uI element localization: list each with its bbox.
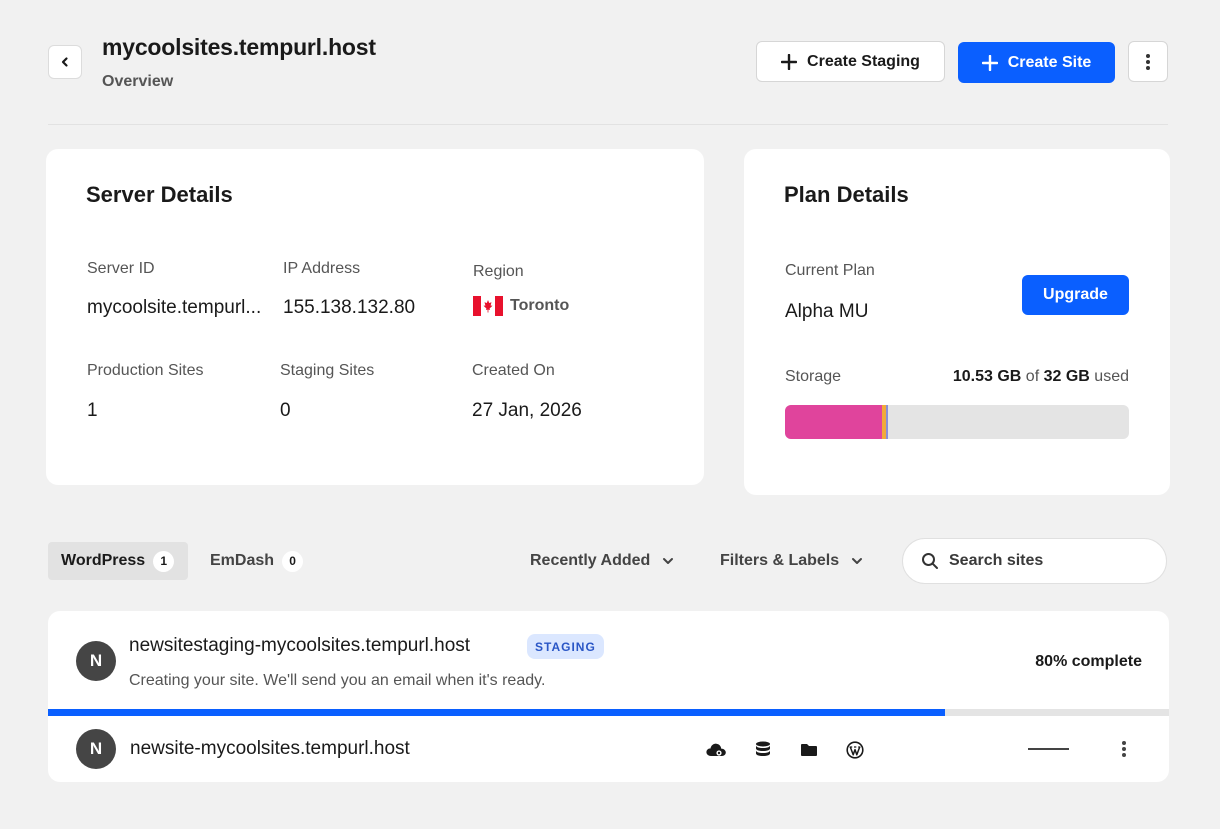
- sort-dropdown[interactable]: Recently Added: [530, 542, 674, 580]
- staging-sites-value: 0: [280, 400, 291, 421]
- upgrade-button[interactable]: Upgrade: [1022, 275, 1129, 315]
- create-staging-button[interactable]: Create Staging: [756, 41, 945, 82]
- current-plan-value: Alpha MU: [785, 301, 869, 322]
- create-staging-label: Create Staging: [807, 52, 920, 70]
- production-sites-value: 1: [87, 400, 98, 421]
- created-on-value: 27 Jan, 2026: [472, 400, 582, 421]
- cloud-settings-icon[interactable]: [705, 739, 727, 761]
- storage-used: 10.53 GB: [952, 368, 1022, 385]
- site-more-button[interactable]: [1112, 737, 1136, 761]
- site-progress-bar: [48, 709, 1169, 716]
- page-subtitle: Overview: [102, 73, 174, 90]
- region-label: Region: [473, 263, 524, 280]
- chevron-left-icon: [61, 57, 68, 67]
- plus-icon: [781, 53, 798, 70]
- database-icon[interactable]: [752, 739, 774, 761]
- search-icon: [922, 553, 938, 569]
- plan-details-title: Plan Details: [784, 182, 909, 207]
- tab-emdash[interactable]: EmDash 0: [198, 542, 304, 580]
- search-input[interactable]: [949, 552, 1149, 570]
- site-name[interactable]: newsite-mycoolsites.tempurl.host: [130, 738, 410, 760]
- chevron-down-icon: [852, 558, 863, 564]
- created-on-label: Created On: [472, 362, 555, 379]
- progress-status: 80% complete: [1035, 653, 1142, 670]
- site-status-message: Creating your site. We'll send you an em…: [129, 672, 546, 689]
- storage-bar: [785, 405, 1129, 439]
- status-placeholder-line: [1028, 748, 1069, 750]
- search-box: [902, 538, 1167, 584]
- header-divider: [48, 124, 1168, 125]
- server-id-value: mycoolsite.tempurl...: [87, 297, 262, 318]
- create-site-button[interactable]: Create Site: [958, 42, 1115, 83]
- sort-label: Recently Added: [530, 552, 651, 569]
- region-value: Toronto: [473, 296, 569, 316]
- server-details-title: Server Details: [86, 182, 233, 207]
- current-plan-label: Current Plan: [785, 262, 875, 279]
- filters-dropdown[interactable]: Filters & Labels: [720, 542, 863, 580]
- storage-of: of: [1025, 368, 1040, 385]
- wordpress-icon[interactable]: [844, 739, 866, 761]
- tab-wordpress-label: WordPress: [61, 552, 146, 569]
- kebab-menu-icon: [1122, 741, 1126, 757]
- more-options-button[interactable]: [1128, 41, 1168, 82]
- ip-address-value: 155.138.132.80: [283, 297, 416, 318]
- site-progress-fill: [48, 709, 945, 716]
- storage-usage: 10.53 GB of 32 GB used: [953, 368, 1129, 386]
- storage-used-text: used: [1094, 368, 1129, 385]
- kebab-menu-icon: [1146, 53, 1150, 70]
- avatar: N: [76, 729, 116, 769]
- plan-details-card: Plan Details Current Plan Alpha MU Upgra…: [744, 149, 1170, 495]
- region-name: Toronto: [510, 297, 570, 314]
- storage-segment: [886, 405, 889, 439]
- canada-flag-icon: [473, 296, 503, 316]
- staging-sites-label: Staging Sites: [280, 362, 375, 379]
- back-button[interactable]: [48, 45, 82, 79]
- tab-wordpress[interactable]: WordPress 1: [48, 542, 188, 580]
- staging-badge: STAGING: [527, 634, 604, 659]
- ip-address-label: IP Address: [283, 260, 361, 277]
- chevron-down-icon: [663, 558, 674, 564]
- storage-segment: [785, 405, 882, 439]
- plus-icon: [981, 54, 998, 71]
- site-name[interactable]: newsitestaging-mycoolsites.tempurl.host: [129, 635, 470, 657]
- tab-emdash-label: EmDash: [210, 552, 275, 569]
- tab-emdash-count: 0: [282, 550, 304, 572]
- server-id-label: Server ID: [87, 260, 155, 277]
- storage-total: 32 GB: [1043, 368, 1090, 385]
- tab-wordpress-count: 1: [153, 550, 175, 572]
- storage-label: Storage: [785, 368, 842, 385]
- page-title: mycoolsites.tempurl.host: [102, 34, 376, 60]
- server-details-card: Server Details Server ID mycoolsite.temp…: [46, 149, 704, 485]
- create-site-label: Create Site: [1007, 53, 1092, 71]
- avatar: N: [76, 641, 116, 681]
- site-list: N newsitestaging-mycoolsites.tempurl.hos…: [48, 611, 1169, 782]
- filters-label: Filters & Labels: [720, 552, 840, 569]
- production-sites-label: Production Sites: [87, 362, 204, 379]
- folder-icon[interactable]: [798, 739, 820, 761]
